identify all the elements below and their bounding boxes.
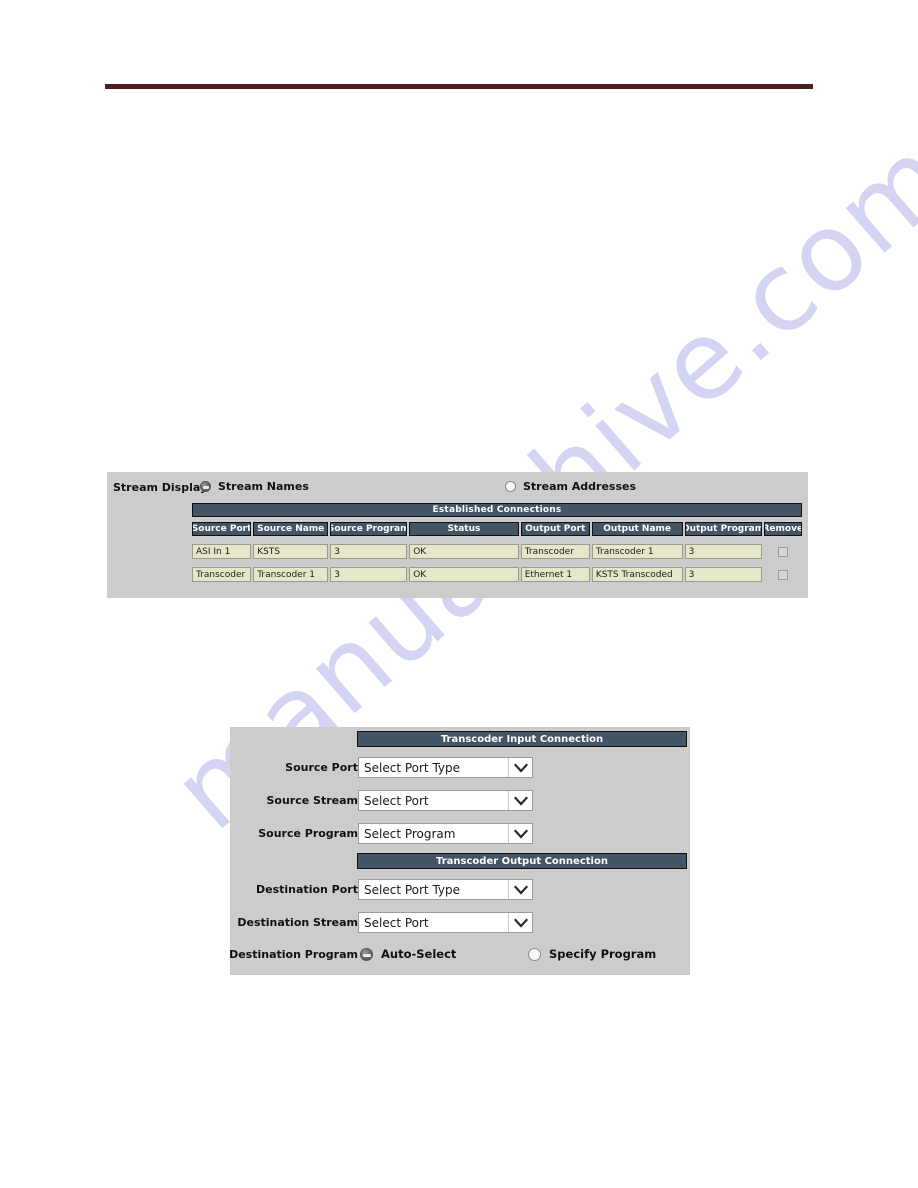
select-source-stream-value: Select Port bbox=[364, 793, 429, 808]
label-destination-program: Destination Program bbox=[229, 948, 358, 961]
select-destination-stream[interactable]: Select Port bbox=[358, 912, 533, 933]
remove-checkbox[interactable] bbox=[777, 569, 788, 580]
stream-display-label: Stream Display bbox=[113, 481, 208, 494]
label-source-port: Source Port bbox=[285, 761, 358, 774]
form-row-destination-port: Destination Port Select Port Type bbox=[230, 879, 690, 901]
cell-remove[interactable] bbox=[764, 544, 802, 559]
cell-output-port[interactable]: Ethernet 1 bbox=[520, 567, 590, 582]
column-header-status: Status bbox=[409, 522, 519, 536]
cell-source-name[interactable]: Transcoder 1 bbox=[253, 567, 329, 582]
select-destination-stream-value: Select Port bbox=[364, 915, 429, 930]
section-header-transcoder-input: Transcoder Input Connection bbox=[357, 731, 687, 747]
column-header-source-name: Source Name bbox=[253, 522, 329, 536]
radio-label-stream-names: Stream Names bbox=[218, 480, 309, 493]
select-source-stream[interactable]: Select Port bbox=[358, 790, 533, 811]
select-source-program[interactable]: Select Program bbox=[358, 823, 533, 844]
select-destination-port[interactable]: Select Port Type bbox=[358, 879, 533, 900]
select-source-program-value: Select Program bbox=[364, 826, 456, 841]
chevron-down-icon[interactable] bbox=[508, 913, 532, 932]
select-source-port[interactable]: Select Port Type bbox=[358, 757, 533, 778]
connections-table: Established Connections Source Port Sour… bbox=[192, 503, 803, 582]
radio-auto-select[interactable]: Auto-Select bbox=[360, 947, 456, 961]
radio-button-icon-specify-program[interactable] bbox=[528, 947, 541, 961]
cell-status[interactable]: OK bbox=[409, 544, 519, 559]
radio-label-auto-select: Auto-Select bbox=[381, 947, 457, 961]
label-destination-stream: Destination Stream bbox=[237, 916, 358, 929]
established-connections-panel: Stream Display Stream Names Stream Addre… bbox=[107, 472, 808, 598]
cell-source-program[interactable]: 3 bbox=[330, 567, 408, 582]
cell-output-program[interactable]: 3 bbox=[684, 544, 762, 559]
form-row-destination-stream: Destination Stream Select Port bbox=[230, 912, 690, 934]
column-header-source-port: Source Port bbox=[192, 522, 252, 536]
table-row: ASI In 1 KSTS 3 OK Transcoder Transcoder… bbox=[192, 544, 802, 559]
radio-specify-program[interactable]: Specify Program bbox=[528, 947, 656, 961]
cell-output-name[interactable]: KSTS Transcoded bbox=[591, 567, 683, 582]
form-row-source-stream: Source Stream Select Port bbox=[230, 790, 690, 812]
section-header-transcoder-output: Transcoder Output Connection bbox=[357, 853, 687, 869]
cell-source-program[interactable]: 3 bbox=[330, 544, 408, 559]
cell-output-port[interactable]: Transcoder bbox=[520, 544, 590, 559]
select-destination-port-value: Select Port Type bbox=[364, 882, 460, 897]
cell-output-program[interactable]: 3 bbox=[684, 567, 762, 582]
transcoder-connection-panel: Transcoder Input Connection Source Port … bbox=[229, 727, 690, 975]
chevron-down-icon[interactable] bbox=[508, 758, 532, 777]
select-source-port-value: Select Port Type bbox=[364, 760, 460, 775]
cell-status[interactable]: OK bbox=[409, 567, 519, 582]
table-title-bar: Established Connections bbox=[192, 503, 802, 517]
column-header-remove: Remove bbox=[763, 522, 803, 536]
column-header-output-port: Output Port bbox=[520, 522, 590, 536]
label-source-stream: Source Stream bbox=[266, 794, 359, 807]
cell-source-name[interactable]: KSTS bbox=[253, 544, 329, 559]
radio-label-stream-addresses: Stream Addresses bbox=[523, 480, 637, 493]
label-destination-port: Destination Port bbox=[256, 883, 358, 896]
form-row-source-port: Source Port Select Port Type bbox=[230, 757, 690, 779]
radio-button-icon-stream-names[interactable] bbox=[200, 481, 211, 492]
label-source-program: Source Program bbox=[258, 827, 358, 840]
column-header-output-name: Output Name bbox=[591, 522, 683, 536]
column-header-source-program: Source Program bbox=[330, 522, 408, 536]
radio-button-icon-stream-addresses[interactable] bbox=[505, 481, 516, 492]
radio-label-specify-program: Specify Program bbox=[549, 947, 657, 961]
radio-stream-names[interactable]: Stream Names bbox=[200, 480, 309, 493]
header-divider-rule bbox=[105, 84, 813, 89]
cell-output-name[interactable]: Transcoder 1 bbox=[591, 544, 683, 559]
remove-checkbox[interactable] bbox=[777, 546, 788, 557]
table-row: Transcoder Transcoder 1 3 OK Ethernet 1 … bbox=[192, 567, 802, 582]
radio-button-icon-auto-select[interactable] bbox=[360, 947, 373, 961]
cell-remove[interactable] bbox=[764, 567, 802, 582]
cell-source-port[interactable]: ASI In 1 bbox=[192, 544, 252, 559]
chevron-down-icon[interactable] bbox=[508, 791, 532, 810]
column-header-output-program: Output Program bbox=[684, 522, 762, 536]
form-row-destination-program: Destination Program Auto-Select Specify … bbox=[229, 945, 690, 965]
table-header-row: Source Port Source Name Source Program S… bbox=[192, 522, 803, 536]
chevron-down-icon[interactable] bbox=[508, 824, 532, 843]
radio-stream-addresses[interactable]: Stream Addresses bbox=[505, 480, 636, 493]
form-row-source-program: Source Program Select Program bbox=[230, 823, 690, 845]
chevron-down-icon[interactable] bbox=[508, 880, 532, 899]
cell-source-port[interactable]: Transcoder bbox=[192, 567, 252, 582]
stream-display-row: Stream Display Stream Names Stream Addre… bbox=[107, 478, 808, 500]
